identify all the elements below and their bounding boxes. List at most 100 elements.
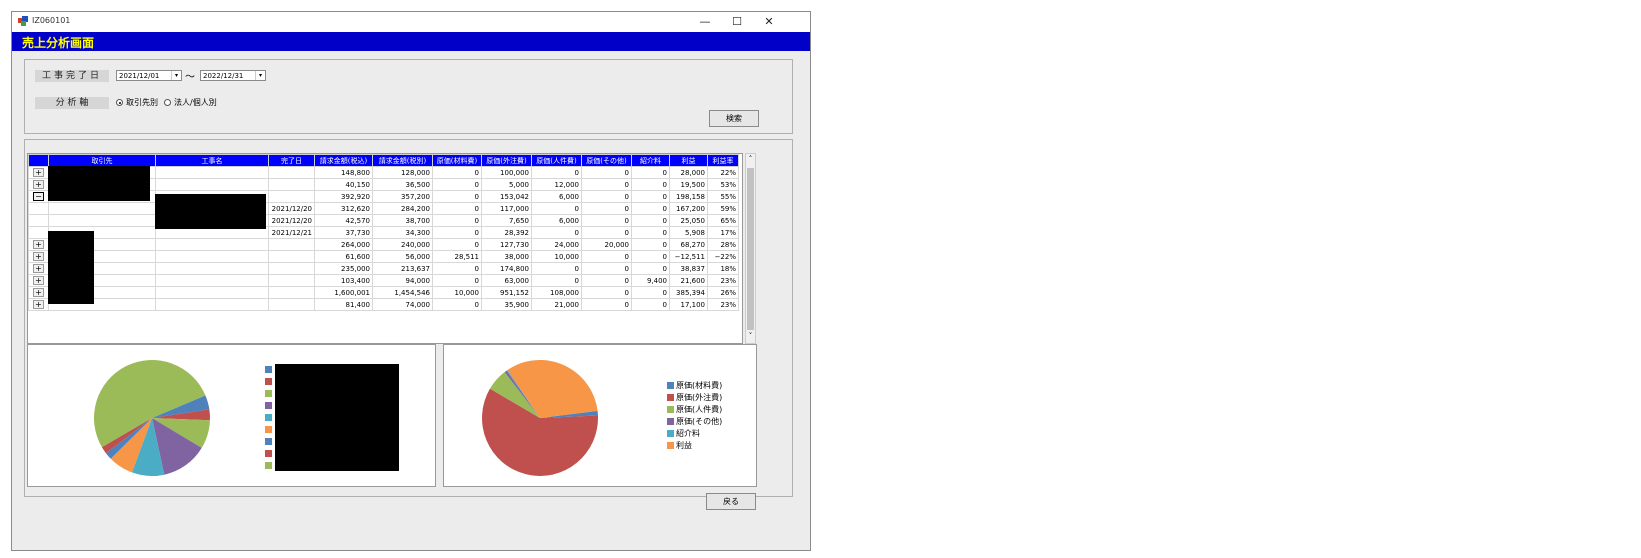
chevron-down-icon[interactable]: ▾ [255, 71, 265, 80]
completion-date-cell [268, 298, 315, 311]
radio-by-corp-individual-label[interactable]: 法人/個人別 [174, 97, 217, 108]
value-cell: 100,000 [481, 166, 532, 179]
title-bar: IZ060101 — ☐ ✕ [12, 12, 810, 32]
expand-button[interactable]: + [33, 252, 44, 261]
expand-button[interactable]: + [33, 168, 44, 177]
row-expander-cell: + [28, 262, 49, 275]
value-cell: 56,000 [372, 250, 433, 263]
project-cell [155, 250, 269, 263]
row-expander-cell: + [28, 238, 49, 251]
value-cell: 34,300 [372, 226, 433, 239]
value-cell: 38,700 [372, 214, 433, 227]
app-window: IZ060101 — ☐ ✕ 売上分析画面 工事完了日 2021/12/01 ▾… [11, 11, 811, 551]
value-cell: 35,900 [481, 298, 532, 311]
grid-scrollbar[interactable]: ˄ ˅ [745, 153, 756, 344]
legend-label: 紹介料 [676, 429, 700, 438]
legend-item [265, 461, 274, 471]
table-row[interactable]: +264,000 240,000 0 127,730 24,000 20,000 0 68,2… [28, 238, 739, 251]
completion-date-cell [268, 166, 315, 179]
legend-swatch [667, 382, 674, 389]
date-from-value: 2021/12/01 [119, 72, 160, 80]
row-expander-cell: + [28, 166, 49, 179]
column-header[interactable]: 原価(材料費) [432, 154, 482, 167]
chevron-down-icon[interactable]: ▾ [171, 71, 181, 80]
value-cell: 25,050 [669, 214, 708, 227]
column-header[interactable]: 原価(その他) [581, 154, 632, 167]
table-row[interactable]: 2021/12/20 312,620 284,200 0 117,000 0 0 0 167,2… [28, 202, 739, 215]
expand-button[interactable]: + [33, 288, 44, 297]
value-cell: 10,000 [432, 286, 482, 299]
table-row[interactable]: +61,600 56,000 28,511 38,000 10,000 0 0 −12,511… [28, 250, 739, 263]
scroll-down-arrow[interactable]: ˅ [746, 332, 755, 340]
value-cell: 0 [581, 298, 632, 311]
value-cell: 0 [631, 190, 670, 203]
value-cell: 385,394 [669, 286, 708, 299]
column-header[interactable]: 請求金額(税別) [372, 154, 433, 167]
project-cell [155, 274, 269, 287]
column-header[interactable]: 取引先 [48, 154, 156, 167]
column-header[interactable]: 原価(人件費) [531, 154, 582, 167]
legend-item: 原価(材料費) [667, 381, 722, 391]
date-to-picker[interactable]: 2022/12/31 ▾ [200, 70, 266, 81]
expand-button[interactable]: + [33, 276, 44, 285]
value-cell: 284,200 [372, 202, 433, 215]
back-button[interactable]: 戻る [706, 493, 756, 510]
search-button[interactable]: 検索 [709, 110, 759, 127]
value-cell: 148,800 [314, 166, 373, 179]
table-row[interactable]: +235,000 213,637 0 174,800 0 0 0 38,837 18% [28, 262, 739, 275]
column-header[interactable]: 利益 [669, 154, 708, 167]
column-header[interactable]: 工事名 [155, 154, 269, 167]
customer-pie-slices [94, 360, 210, 476]
redacted-block [155, 194, 266, 229]
column-header[interactable]: 利益率 [707, 154, 739, 167]
close-button[interactable]: ✕ [754, 12, 784, 32]
legend-swatch [265, 402, 272, 409]
value-cell: 18% [707, 262, 739, 275]
column-header[interactable]: 請求金額(税込) [314, 154, 373, 167]
project-cell [155, 178, 269, 191]
expand-button[interactable]: + [33, 180, 44, 189]
completion-date-label: 工事完了日 [35, 70, 109, 82]
scroll-thumb[interactable] [747, 168, 754, 330]
maximize-button[interactable]: ☐ [722, 12, 752, 32]
radio-by-customer-label[interactable]: 取引先別 [126, 97, 158, 108]
value-cell: 0 [432, 298, 482, 311]
value-cell: 0 [581, 226, 632, 239]
table-row[interactable]: +81,400 74,000 0 35,900 21,000 0 0 17,100 23% [28, 298, 739, 311]
expand-button[interactable]: + [33, 264, 44, 273]
minimize-button[interactable]: — [690, 12, 720, 32]
row-expander-cell: + [28, 178, 49, 191]
grid-header-row: 取引先 工事名 完了日 請求金額(税込) 請求金額(税別) 原価(材料費) 原価(外注費) 原… [28, 154, 739, 167]
value-cell: 21,600 [669, 274, 708, 287]
table-row[interactable]: +1,600,001 1,454,546 10,000 951,152 108,000 0… [28, 286, 739, 299]
legend-item: 原価(人件費) [667, 405, 722, 415]
expand-button[interactable]: + [33, 300, 44, 309]
value-cell: 20,000 [581, 238, 632, 251]
table-row[interactable]: 2021/12/20 42,570 38,700 0 7,650 6,000 0 0 25,05… [28, 214, 739, 227]
completion-date-cell [268, 250, 315, 263]
scroll-up-arrow[interactable]: ˄ [746, 155, 755, 163]
project-cell [155, 166, 269, 179]
value-cell: 0 [631, 250, 670, 263]
cost-pie-panel: 原価(材料費) 原価(外注費) 原価(人件費) 原価(その他) 紹介料 利益 [443, 344, 757, 487]
column-header[interactable]: 原価(外注費) [481, 154, 532, 167]
collapse-button[interactable]: − [33, 192, 44, 201]
table-row[interactable]: +103,400 94,000 0 63,000 0 0 9,400 21,600 23% [28, 274, 739, 287]
date-from-picker[interactable]: 2021/12/01 ▾ [116, 70, 182, 81]
expand-button[interactable]: + [33, 240, 44, 249]
value-cell: 0 [432, 274, 482, 287]
legend-label: 原価(外注費) [676, 393, 723, 402]
table-row[interactable]: 2021/12/21 37,730 34,300 0 28,392 0 0 0 5,908 17% [28, 226, 739, 239]
empty-row [29, 322, 739, 333]
customer-cell [48, 214, 156, 227]
value-cell: 21,000 [531, 298, 582, 311]
column-header[interactable]: 完了日 [268, 154, 315, 167]
value-cell: 68,270 [669, 238, 708, 251]
legend-label: 原価(人件費) [676, 405, 723, 414]
column-header[interactable]: 紹介料 [631, 154, 670, 167]
radio-by-corp-individual[interactable] [164, 99, 171, 106]
legend-item [265, 413, 274, 423]
legend-swatch [667, 406, 674, 413]
value-cell: 0 [531, 166, 582, 179]
radio-by-customer[interactable] [116, 99, 123, 106]
